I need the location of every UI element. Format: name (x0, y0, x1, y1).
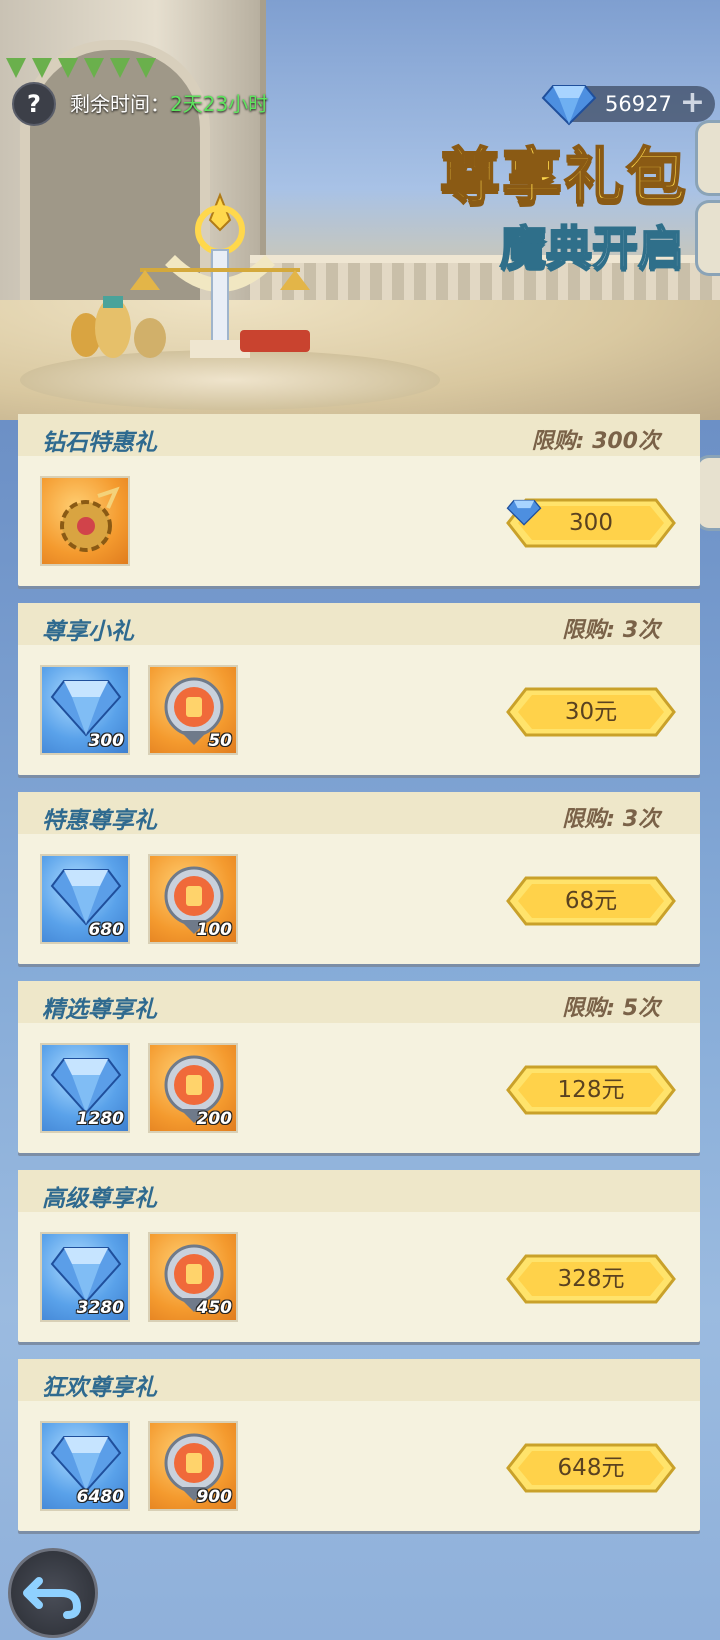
buy-button[interactable]: 128元 (506, 1065, 676, 1115)
price-text: 68元 (506, 876, 676, 926)
reward-items: 6480 900 (40, 1421, 238, 1511)
diamond-icon (50, 869, 122, 926)
diamond-icon (50, 1058, 122, 1115)
side-tab-2[interactable] (695, 200, 720, 276)
pack-title: 尊享小礼 (42, 619, 134, 645)
reward-item-gear-relic[interactable] (40, 476, 130, 566)
scale-trophy-icon (130, 192, 310, 358)
buy-button[interactable]: 68元 (506, 876, 676, 926)
add-gems-button[interactable]: + (680, 88, 705, 118)
reward-item-medal[interactable]: 900 (148, 1421, 238, 1511)
reward-quantity: 50 (208, 731, 232, 751)
remaining-time-label: 剩余时间： (70, 92, 170, 116)
reward-item-medal[interactable]: 100 (148, 854, 238, 944)
reward-items: 680 100 (40, 854, 238, 944)
pack-header: 钻石特惠礼 限购: 300次 (18, 414, 700, 456)
pack-header: 狂欢尊享礼 (18, 1359, 700, 1401)
reward-item-diamond[interactable]: 1280 (40, 1043, 130, 1133)
pack-card: 尊享小礼 限购: 3次 300 50 30元 (18, 603, 700, 775)
page-title: 尊享礼包 (439, 141, 688, 213)
top-bar: ? 剩余时间：2天23小时 56927 + (0, 80, 720, 126)
reward-item-medal[interactable]: 200 (148, 1043, 238, 1133)
remaining-time: 剩余时间：2天23小时 (70, 88, 268, 117)
question-icon: ? (27, 90, 41, 118)
price-label: 68元 (564, 888, 618, 914)
price-label: 328元 (557, 1266, 625, 1292)
reward-item-diamond[interactable]: 680 (40, 854, 130, 944)
price-label: 128元 (557, 1077, 625, 1103)
help-button[interactable]: ? (12, 82, 56, 126)
price-text: 328元 (506, 1254, 676, 1304)
pack-header: 尊享小礼 限购: 3次 (18, 603, 700, 645)
reward-quantity: 300 (88, 731, 125, 751)
diamond-icon (506, 499, 542, 526)
reward-quantity: 6480 (76, 1487, 124, 1507)
pack-title: 高级尊享礼 (42, 1186, 157, 1212)
reward-items: 3280 450 (40, 1232, 238, 1322)
buy-button[interactable]: 30元 (506, 687, 676, 737)
reward-quantity: 450 (196, 1298, 233, 1318)
price-text: 30元 (506, 687, 676, 737)
diamond-icon (50, 680, 122, 737)
pack-header: 精选尊享礼 限购: 5次 (18, 981, 700, 1023)
remaining-time-value: 2天23小时 (170, 92, 269, 116)
pack-card: 高级尊享礼 3280 450 328元 (18, 1170, 700, 1342)
side-tab-1[interactable] (695, 120, 720, 196)
price-label: 648元 (557, 1455, 625, 1481)
diamond-icon (541, 85, 597, 126)
reward-quantity: 680 (88, 920, 125, 940)
price-text: 128元 (506, 1065, 676, 1115)
pack-title: 钻石特惠礼 (42, 430, 157, 456)
pack-title: 狂欢尊享礼 (42, 1375, 157, 1401)
diamond-icon (50, 1436, 122, 1493)
reward-item-medal[interactable]: 450 (148, 1232, 238, 1322)
reward-quantity: 900 (196, 1487, 233, 1507)
pack-card: 狂欢尊享礼 6480 900 648元 (18, 1359, 700, 1531)
gem-balance: 56927 + (541, 85, 715, 126)
page-subtitle: 魔典开启 (499, 220, 685, 276)
diamond-icon (50, 1247, 122, 1304)
purchase-limit: 限购: 3次 (562, 618, 660, 643)
reward-quantity: 100 (196, 920, 233, 940)
pack-header: 高级尊享礼 (18, 1170, 700, 1212)
bunting-decoration (0, 58, 156, 82)
reward-quantity: 3280 (76, 1298, 124, 1318)
reward-quantity: 200 (196, 1109, 233, 1129)
pack-title: 特惠尊享礼 (42, 808, 157, 834)
reward-item-diamond[interactable]: 300 (40, 665, 130, 755)
reward-quantity: 1280 (76, 1109, 124, 1129)
price-label: 30元 (564, 699, 618, 725)
pack-title: 精选尊享礼 (42, 997, 157, 1023)
pack-header: 特惠尊享礼 限购: 3次 (18, 792, 700, 834)
price-text: 300 (506, 498, 676, 548)
reward-item-diamond[interactable]: 6480 (40, 1421, 130, 1511)
price-label: 300 (569, 510, 613, 536)
pack-card: 钻石特惠礼 限购: 300次 300 (18, 414, 700, 586)
gear-relic-icon (60, 486, 120, 552)
reward-item-diamond[interactable]: 3280 (40, 1232, 130, 1322)
purchase-limit: 限购: 300次 (531, 429, 660, 454)
back-arrow-icon (23, 1577, 82, 1619)
price-text: 648元 (506, 1443, 676, 1493)
reward-items (40, 476, 130, 566)
purchase-limit: 限购: 5次 (562, 996, 660, 1021)
reward-item-medal[interactable]: 50 (148, 665, 238, 755)
purchase-limit: 限购: 3次 (562, 807, 660, 832)
buy-button[interactable]: 648元 (506, 1443, 676, 1493)
pack-card: 特惠尊享礼 限购: 3次 680 100 68元 (18, 792, 700, 964)
back-button[interactable] (8, 1548, 98, 1638)
buy-button[interactable]: 328元 (506, 1254, 676, 1304)
gem-count: 56927 (605, 92, 672, 116)
pack-list: 钻石特惠礼 限购: 300次 300 尊享小礼 限购: 3次 300 50 30元 特惠尊享礼限… (18, 414, 702, 1548)
buy-button[interactable]: 300 (506, 498, 676, 548)
reward-items: 300 50 (40, 665, 238, 755)
pack-card: 精选尊享礼 限购: 5次 1280 200 128元 (18, 981, 700, 1153)
reward-items: 1280 200 (40, 1043, 238, 1133)
